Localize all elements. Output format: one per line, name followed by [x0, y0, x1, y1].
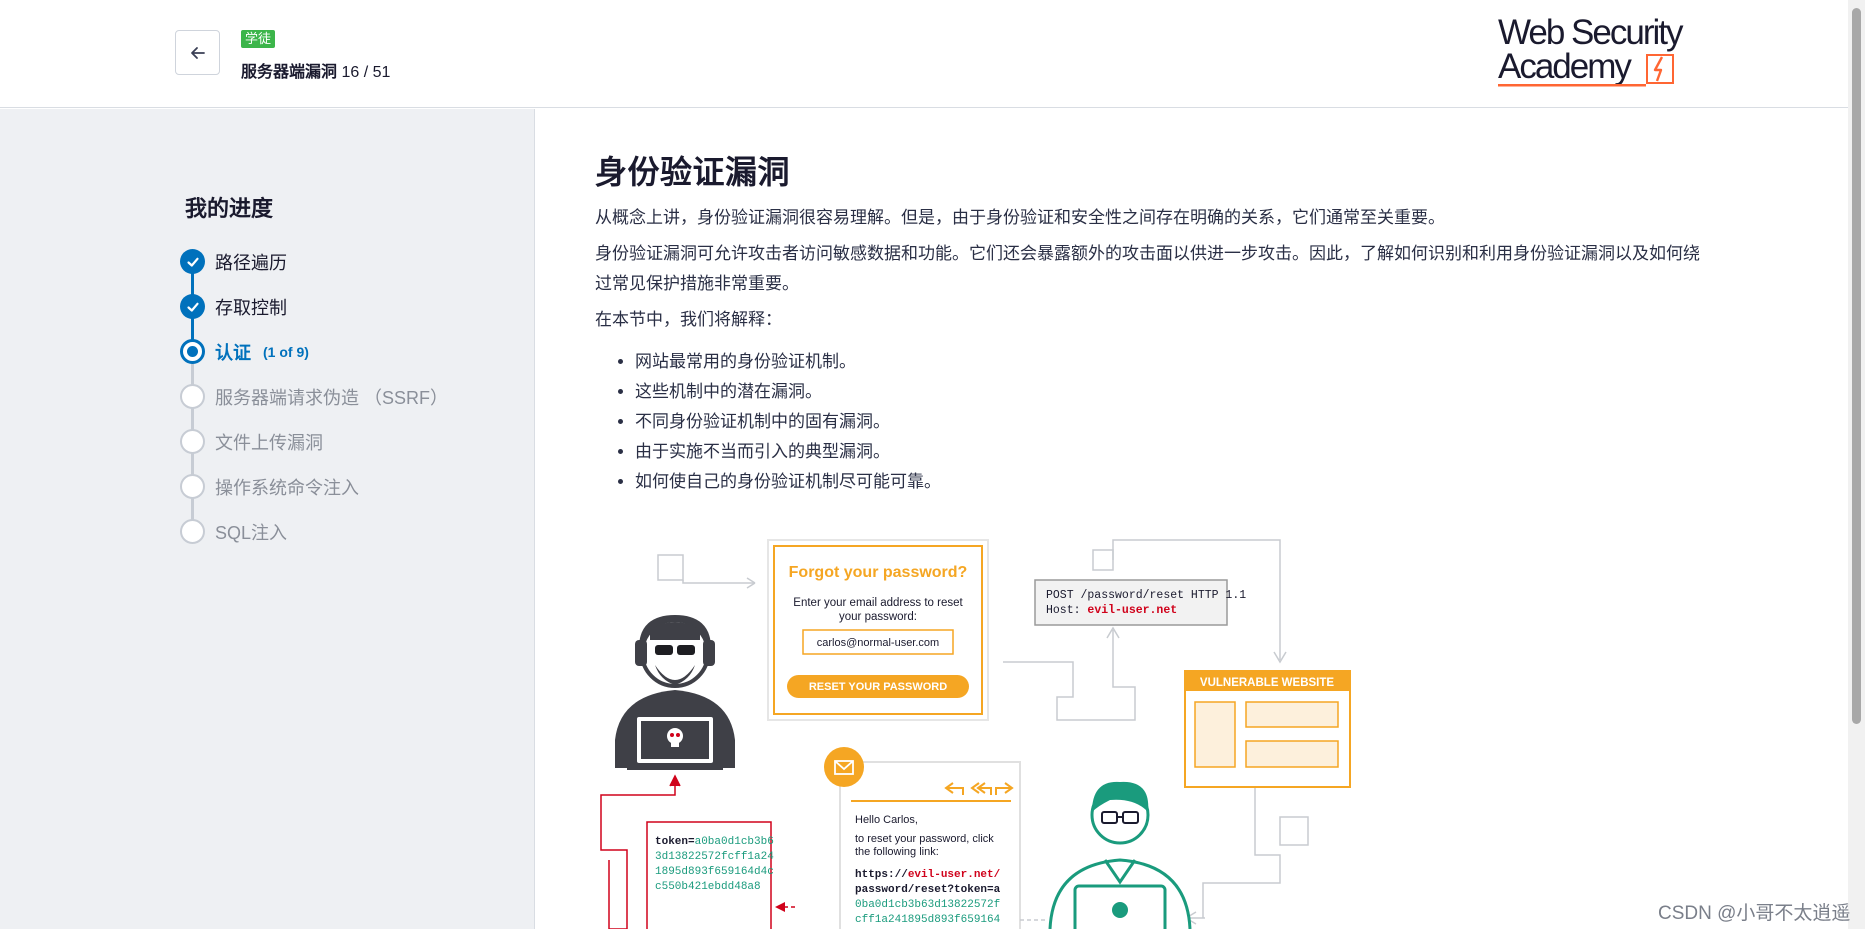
topic-list: 网站最常用的身份验证机制。 这些机制中的潜在漏洞。 不同身份验证机制中的固有漏洞…: [635, 347, 1705, 497]
course-name: 服务器端漏洞: [241, 64, 338, 81]
step-path-traversal[interactable]: 路径遍历: [180, 239, 448, 284]
section-intro-paragraph: 在本节中，我们将解释：: [595, 310, 782, 329]
empty-circle-icon: [180, 384, 205, 409]
list-item: 由于实施不当而引入的典型漏洞。: [635, 437, 1705, 467]
empty-circle-icon: [180, 429, 205, 454]
link-line4: cff1a241895d893f659164: [855, 914, 1001, 926]
step-authentication[interactable]: 认证 (1 of 9): [180, 329, 448, 374]
victim-figure: [1048, 781, 1192, 929]
logo-underline: [1498, 84, 1646, 87]
token-line4: c550b421ebdd48a8: [655, 881, 761, 893]
step-label: 文件上传漏洞: [215, 432, 323, 453]
email-body2: the following link:: [855, 846, 939, 858]
forgot-password-card: Forgot your password? Enter your email a…: [767, 539, 989, 721]
envelope-icon: [824, 747, 864, 787]
step-label: 服务器端请求伪造 （SSRF）: [215, 387, 449, 408]
vulnerable-label: VULNERABLE WEBSITE: [1200, 677, 1335, 689]
password-reset-poisoning-illustration: Forgot your password? Enter your email a…: [600, 539, 1351, 929]
logo-line1: Web Security: [1498, 13, 1684, 52]
http-host-value: evil-user.net: [1087, 604, 1177, 617]
step-label: 路径遍历: [215, 252, 287, 273]
top-header: 学徒 服务器端漏洞 16 / 51 Web Security Academy: [0, 0, 1848, 108]
logo-line2: Academy: [1498, 47, 1632, 86]
step-access-control[interactable]: 存取控制: [180, 284, 448, 329]
logo-bolt-icon: [1646, 54, 1674, 84]
step-file-upload[interactable]: 文件上传漏洞: [180, 419, 448, 464]
check-icon: [180, 294, 205, 319]
progress-title: 我的进度: [185, 196, 274, 221]
svg-text:token=a0ba0d1cb3b6: token=a0ba0d1cb3b6: [655, 836, 774, 848]
token-label: token=: [655, 836, 695, 848]
check-icon: [180, 249, 205, 274]
link-line3: 0ba0d1cb3b63d13822572f: [855, 899, 1000, 911]
http-request-box: POST /password/reset HTTP 1.1 Host: evil…: [1034, 579, 1246, 626]
http-request-line: POST /password/reset HTTP 1.1: [1046, 589, 1246, 602]
vulnerable-website-box: VULNERABLE WEBSITE: [1184, 670, 1351, 788]
link-line2: password/reset?token=a: [855, 884, 1001, 896]
svg-text:https://evil-user.net/: https://evil-user.net/: [855, 869, 1001, 881]
breadcrumb: 服务器端漏洞 16 / 51: [241, 58, 390, 82]
forgot-text1: Enter your email address to reset: [793, 597, 963, 609]
main-content: 身份验证漏洞 从概念上讲，身份验证漏洞很容易理解。但是，由于身份验证和安全性之间…: [595, 109, 1705, 497]
impact-paragraph: 身份验证漏洞可允许攻击者访问敏感数据和功能。它们还会暴露额外的攻击面以供进一步攻…: [595, 244, 1700, 293]
intro-paragraph: 从概念上讲，身份验证漏洞很容易理解。但是，由于身份验证和安全性之间存在明确的关系…: [595, 208, 1445, 227]
list-item: 不同身份验证机制中的固有漏洞。: [635, 407, 1705, 437]
empty-circle-icon: [180, 474, 205, 499]
token-line1: a0ba0d1cb3b6: [695, 836, 774, 848]
email-greeting: Hello Carlos,: [855, 814, 918, 826]
current-step-icon: [180, 339, 205, 364]
attacker-figure: [615, 614, 735, 770]
step-label: SQL注入: [215, 522, 288, 543]
level-badge: 学徒: [241, 30, 276, 48]
link-domain: evil-user.net/: [908, 869, 1001, 881]
page-counter: 16 / 51: [341, 64, 391, 81]
forgot-title: Forgot your password?: [789, 564, 968, 581]
email-value: carlos@normal-user.com: [817, 637, 939, 649]
step-os-command-injection[interactable]: 操作系统命令注入: [180, 464, 448, 509]
step-sql-injection[interactable]: SQL注入: [180, 509, 448, 554]
forgot-text2: your password:: [839, 611, 917, 623]
step-ssrf[interactable]: 服务器端请求伪造 （SSRF）: [180, 374, 448, 419]
email-body1: to reset your password, click: [855, 833, 994, 845]
page-title: 身份验证漏洞: [595, 154, 791, 190]
token-line3: 1895d893f659164d4c: [655, 866, 774, 878]
list-item: 网站最常用的身份验证机制。: [635, 347, 1705, 377]
step-label: 操作系统命令注入: [215, 477, 359, 498]
step-label: 认证: [215, 342, 251, 363]
reset-button-label: RESET YOUR PASSWORD: [809, 681, 947, 693]
svg-text:Host: evil-user.net: Host: evil-user.net: [1046, 604, 1177, 617]
web-security-academy-logo[interactable]: Web Security Academy: [1498, 13, 1698, 88]
csdn-watermark: CSDN @小哥不太逍遥: [1658, 903, 1851, 924]
step-sub-progress: (1 of 9): [263, 343, 309, 360]
scrollbar-thumb[interactable]: [1852, 8, 1861, 724]
token-box: token=a0ba0d1cb3b6 3d13822572fcff1a24 18…: [646, 821, 774, 929]
link-prefix: https://: [855, 869, 908, 881]
step-label: 存取控制: [215, 297, 287, 318]
empty-circle-icon: [180, 519, 205, 544]
reset-email-card: Hello Carlos, to reset your password, cl…: [824, 747, 1045, 929]
list-item: 如何使自己的身份验证机制尽可能可靠。: [635, 467, 1705, 497]
back-button[interactable]: [175, 30, 220, 75]
list-item: 这些机制中的潜在漏洞。: [635, 377, 1705, 407]
token-line2: 3d13822572fcff1a24: [655, 851, 774, 863]
http-host-label: Host:: [1046, 604, 1087, 617]
arrow-left-icon: [190, 46, 205, 59]
progress-steps: 路径遍历 存取控制 认证 (1 of 9) 服务器端请求伪造 （SSRF） 文件…: [180, 239, 448, 554]
progress-sidebar: 我的进度 路径遍历 存取控制 认证 (1 of 9) 服务器端请求伪造 （SSR…: [0, 109, 535, 929]
